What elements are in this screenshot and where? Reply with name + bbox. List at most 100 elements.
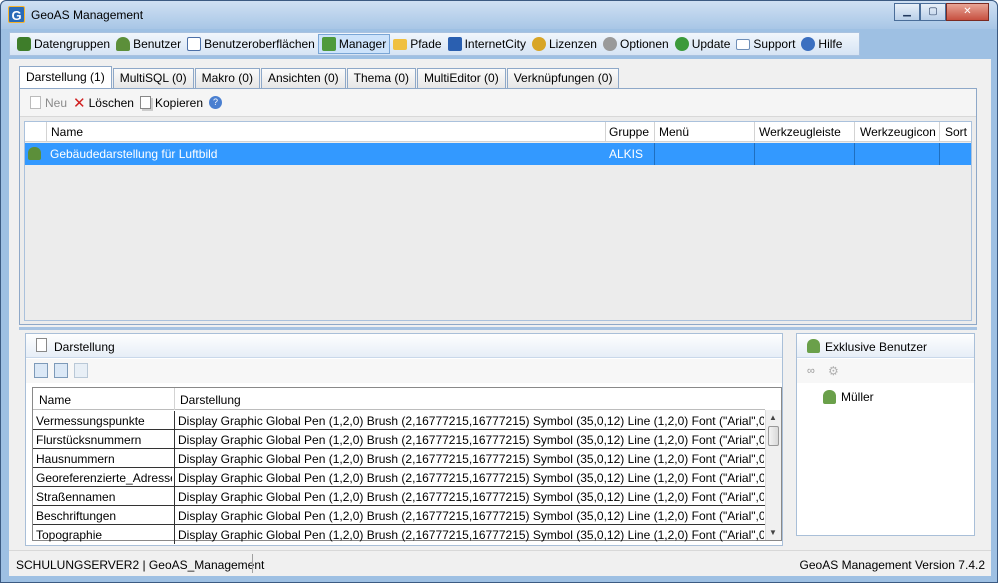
panel-header: Darstellung — [26, 334, 782, 358]
stack-icon — [17, 37, 31, 51]
tab-thema[interactable]: Thema (0) — [346, 68, 417, 88]
menu-optionen[interactable]: Optionen — [600, 34, 672, 54]
key-icon — [531, 37, 546, 51]
col-name[interactable]: Name — [51, 125, 83, 139]
folder-icon — [393, 38, 408, 50]
cell-gruppe: ALKIS — [609, 147, 644, 161]
version-text: GeoAS Management Version 7.4.2 — [799, 558, 985, 572]
menu-label: Datengruppen — [34, 37, 111, 51]
scroll-down-icon[interactable]: ▼ — [769, 528, 777, 537]
menu-lizenzen[interactable]: Lizenzen — [529, 34, 600, 54]
document-icon[interactable] — [34, 363, 48, 378]
col-darstellung[interactable]: Darstellung — [180, 393, 241, 407]
row-value: Display Graphic Global Pen (1,2,0) Brush… — [178, 509, 764, 523]
menu-label: InternetCity — [464, 37, 526, 51]
record-toolbar: Neu ✕ Löschen Kopieren ? — [20, 89, 976, 117]
document-icon — [36, 338, 47, 352]
col-menu[interactable]: Menü — [659, 125, 689, 139]
col-sort[interactable]: Sort — [945, 125, 967, 139]
connection-status: SCHULUNGSERVER2 | GeoAS_Management — [16, 558, 265, 572]
scroll-up-icon[interactable]: ▲ — [769, 413, 777, 422]
darstellung-detail-panel: Darstellung Name Darstellung Vermessungs… — [25, 333, 783, 546]
minimize-button[interactable]: ▁ — [894, 3, 920, 21]
menu-benutzer[interactable]: Benutzer — [113, 34, 184, 54]
client-area: Darstellung (1) MultiSQL (0) Makro (0) A… — [9, 59, 991, 576]
new-button[interactable]: Neu — [30, 96, 67, 110]
darstellung-tab-panel: Neu ✕ Löschen Kopieren ? Name Gruppe Menü… — [19, 88, 977, 325]
gear-icon — [602, 37, 617, 51]
menu-benutzeroberflaechen[interactable]: Benutzeroberflächen — [184, 34, 318, 54]
delete-icon: ✕ — [73, 94, 86, 112]
manager-tabs: Darstellung (1) MultiSQL (0) Makro (0) A… — [19, 66, 620, 88]
tab-ansichten[interactable]: Ansichten (0) — [260, 68, 346, 88]
exclusive-users-panel: Exklusive Benutzer ∞ ⚙ Müller — [796, 333, 975, 536]
col-werkzeugicon[interactable]: Werkzeugicon — [860, 125, 936, 139]
row-value: Display Graphic Global Pen (1,2,0) Brush… — [178, 528, 764, 542]
row-name: Hausnummern — [36, 452, 115, 466]
darstellung-grid: Name Gruppe Menü Werkzeugleiste Werkzeug… — [24, 121, 972, 321]
table-row[interactable]: Vermessungspunkte Display Graphic Global … — [33, 411, 765, 430]
menu-label: Benutzer — [133, 37, 182, 51]
row-value: Display Graphic Global Pen (1,2,0) Brush… — [178, 471, 764, 485]
menu-datengruppen[interactable]: Datengruppen — [14, 34, 113, 54]
table-row[interactable]: Beschriftungen Display Graphic Global Pen… — [33, 506, 765, 525]
table-row[interactable]: Georeferenzierte_Adresse Display Graphic … — [33, 468, 765, 487]
darstellung-table: Name Darstellung Vermessungspunkte Displa… — [32, 387, 782, 544]
copy-button[interactable]: Kopieren — [139, 96, 203, 110]
users-toolbar: ∞ ⚙ — [797, 359, 974, 383]
list-item[interactable]: Müller — [823, 390, 874, 404]
mail-icon — [736, 38, 751, 50]
city-icon — [447, 37, 462, 51]
tab-multieditor[interactable]: MultiEditor (0) — [417, 68, 506, 88]
menu-hilfe[interactable]: Hilfe — [798, 34, 845, 54]
scroll-thumb[interactable] — [768, 426, 779, 446]
table-row[interactable]: Topographie Display Graphic Global Pen (1… — [33, 525, 765, 544]
table-row[interactable]: Straßennamen Display Graphic Global Pen (… — [33, 487, 765, 506]
edit-document-icon[interactable] — [54, 363, 68, 378]
grid-header: Name Gruppe Menü Werkzeugleiste Werkzeug… — [25, 122, 971, 142]
col-name[interactable]: Name — [39, 393, 71, 407]
menu-label: Benutzeroberflächen — [204, 37, 315, 51]
user-name: Müller — [841, 390, 874, 404]
cell-name: Gebäudedarstellung für Luftbild — [50, 147, 218, 161]
title-bar[interactable]: G GeoAS Management ▁ ▢ ✕ — [1, 1, 997, 29]
menu-update[interactable]: Update — [672, 34, 734, 54]
menu-pfade[interactable]: Pfade — [390, 34, 444, 54]
horizontal-splitter[interactable] — [19, 327, 977, 330]
menu-label: Support — [753, 37, 796, 51]
row-value: Display Graphic Global Pen (1,2,0) Brush… — [178, 452, 764, 466]
menu-label: Hilfe — [818, 37, 843, 51]
panel-header: Exklusive Benutzer — [797, 334, 974, 358]
col-gruppe[interactable]: Gruppe — [609, 125, 649, 139]
col-werkzeugleiste[interactable]: Werkzeugleiste — [759, 125, 841, 139]
table-row[interactable]: Gebäudedarstellung für Luftbild ALKIS — [25, 143, 971, 165]
user-icon — [28, 147, 41, 160]
row-value: Display Graphic Global Pen (1,2,0) Brush… — [178, 490, 764, 504]
tab-verknuepfungen[interactable]: Verknüpfungen (0) — [506, 68, 620, 88]
tab-makro[interactable]: Makro (0) — [194, 68, 260, 88]
maximize-button[interactable]: ▢ — [920, 3, 946, 21]
vertical-scrollbar[interactable]: ▲ ▼ — [765, 410, 781, 540]
row-name: Vermessungspunkte — [36, 414, 145, 428]
table-header: Name Darstellung — [33, 388, 765, 410]
close-button[interactable]: ✕ — [946, 3, 989, 21]
menu-label: Manager — [338, 37, 387, 51]
copy-icon — [139, 96, 151, 109]
menu-manager[interactable]: Manager — [317, 34, 391, 54]
tab-darstellung[interactable]: Darstellung (1) — [19, 66, 112, 88]
table-row[interactable]: Flurstücksnummern Display Graphic Global … — [33, 430, 765, 449]
help-button[interactable]: ? — [209, 96, 223, 109]
row-name: Flurstücksnummern — [36, 433, 142, 447]
user-icon — [116, 37, 131, 51]
new-label: Neu — [45, 95, 68, 110]
menu-internetcity[interactable]: InternetCity — [445, 34, 529, 54]
delete-document-icon[interactable] — [74, 363, 88, 378]
delete-button[interactable]: ✕ Löschen — [73, 94, 134, 112]
gear-icon[interactable]: ⚙ — [828, 364, 839, 378]
link-icon[interactable]: ∞ — [807, 365, 815, 377]
tab-multisql[interactable]: MultiSQL (0) — [112, 68, 194, 88]
menu-label: Pfade — [410, 37, 442, 51]
menu-label: Lizenzen — [548, 37, 597, 51]
table-row[interactable]: Hausnummern Display Graphic Global Pen (1… — [33, 449, 765, 468]
menu-support[interactable]: Support — [733, 34, 798, 54]
